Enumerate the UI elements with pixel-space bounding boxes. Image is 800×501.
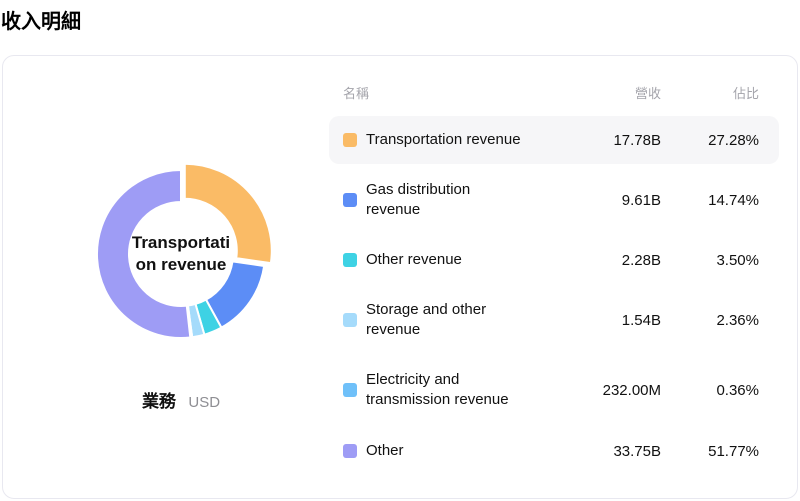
revenue-table: 名稱 營收 佔比 Transportation revenue 17.78B 2… xyxy=(329,86,779,487)
row-name: Storage and other revenue xyxy=(343,300,561,340)
legend-swatch xyxy=(343,193,357,207)
table-row-other[interactable]: Other 33.75B 51.77% xyxy=(329,427,779,475)
row-share: 27.28% xyxy=(661,132,759,149)
legend-swatch xyxy=(343,444,357,458)
table-row-electricity[interactable]: Electricity and transmission revenue 232… xyxy=(329,366,779,414)
table-row-other-revenue[interactable]: Other revenue 2.28B 3.50% xyxy=(329,236,779,284)
chart-footer: 業務 USD xyxy=(86,387,276,412)
row-name: Gas distribution revenue xyxy=(343,180,561,220)
table-header: 名稱 營收 佔比 xyxy=(329,86,779,101)
chart-footer-unit: USD xyxy=(188,394,220,411)
row-label: Electricity and transmission revenue xyxy=(366,370,528,410)
table-row-transportation[interactable]: Transportation revenue 17.78B 27.28% xyxy=(329,116,779,164)
row-label: Other revenue xyxy=(366,250,462,270)
legend-swatch xyxy=(343,133,357,147)
table-row-gas-distribution[interactable]: Gas distribution revenue 9.61B 14.74% xyxy=(329,176,779,224)
table-row-storage[interactable]: Storage and other revenue 1.54B 2.36% xyxy=(329,296,779,344)
donut-segment-5[interactable] xyxy=(97,170,190,338)
donut-segment-0[interactable] xyxy=(185,164,272,263)
row-share: 2.36% xyxy=(661,312,759,329)
header-name: 名稱 xyxy=(343,86,561,101)
row-revenue: 9.61B xyxy=(561,192,661,209)
row-name: Transportation revenue xyxy=(343,130,561,150)
donut-chart: Transportation revenue xyxy=(86,159,276,349)
row-label: Storage and other revenue xyxy=(366,300,528,340)
row-revenue: 232.00M xyxy=(561,382,661,399)
row-revenue: 17.78B xyxy=(561,132,661,149)
legend-swatch xyxy=(343,253,357,267)
legend-swatch xyxy=(343,313,357,327)
row-revenue: 33.75B xyxy=(561,443,661,460)
page-title: 收入明細 xyxy=(1,5,81,34)
row-share: 0.36% xyxy=(661,382,759,399)
row-name: Other xyxy=(343,441,561,461)
row-label: Other xyxy=(366,441,404,461)
row-label: Gas distribution revenue xyxy=(366,180,528,220)
row-share: 3.50% xyxy=(661,252,759,269)
row-share: 14.74% xyxy=(661,192,759,209)
revenue-breakdown-card: Transportation revenue 業務 USD 名稱 營收 佔比 T… xyxy=(2,55,798,499)
header-revenue: 營收 xyxy=(561,86,661,101)
row-name: Electricity and transmission revenue xyxy=(343,370,561,410)
legend-swatch xyxy=(343,383,357,397)
row-revenue: 1.54B xyxy=(561,312,661,329)
row-share: 51.77% xyxy=(661,443,759,460)
row-label: Transportation revenue xyxy=(366,130,521,150)
row-name: Other revenue xyxy=(343,250,561,270)
header-share: 佔比 xyxy=(661,86,759,101)
chart-footer-label: 業務 xyxy=(142,392,176,411)
row-revenue: 2.28B xyxy=(561,252,661,269)
donut-chart-svg[interactable] xyxy=(86,159,276,349)
